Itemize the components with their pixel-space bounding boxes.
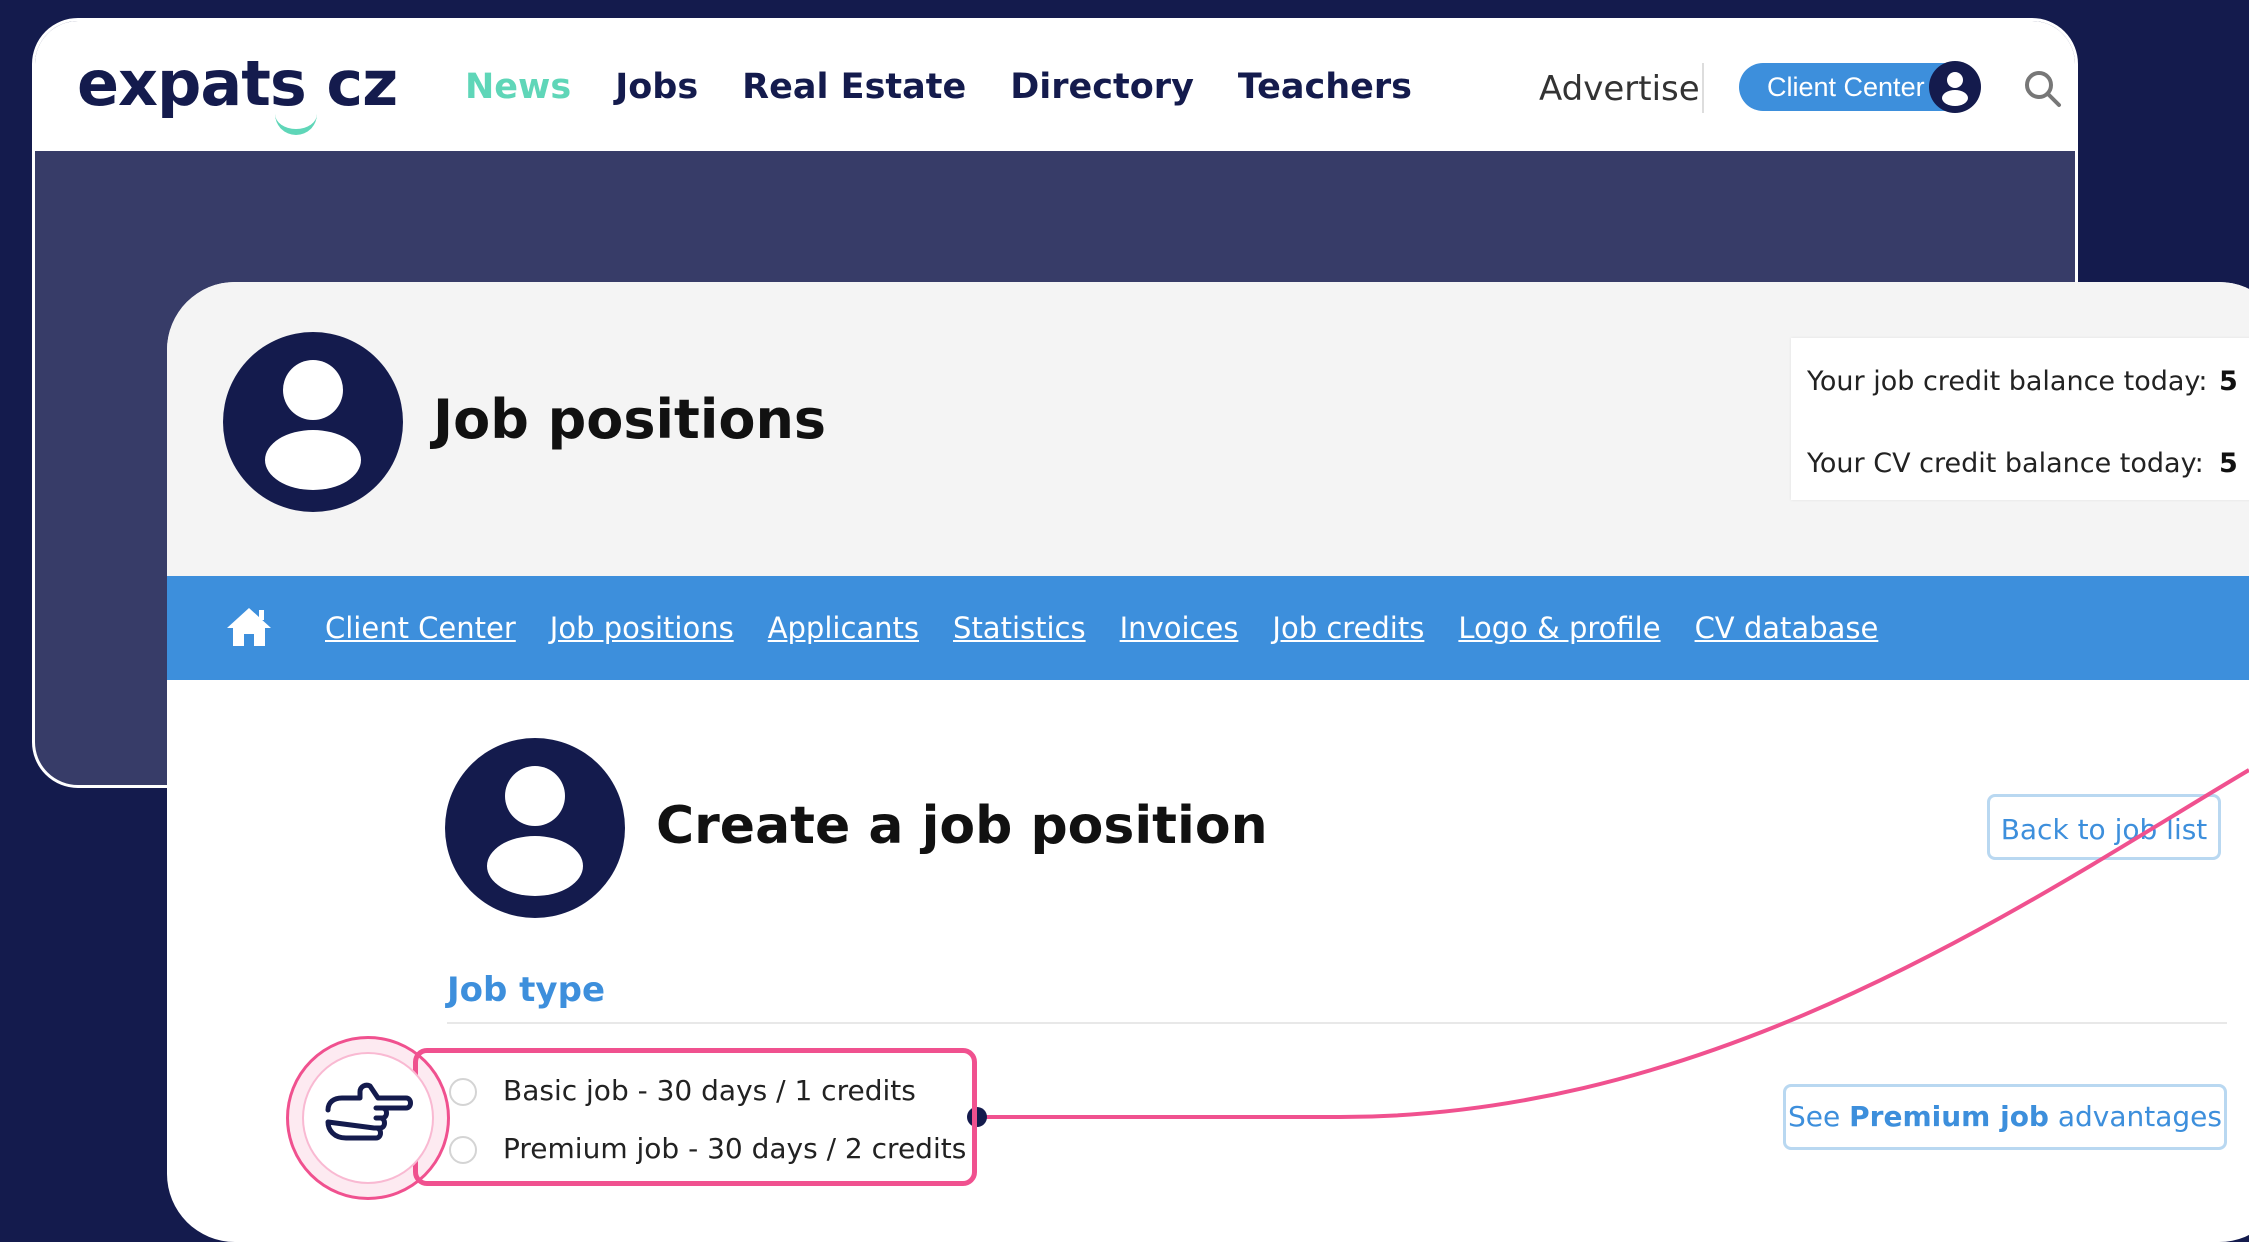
subnav-cv-database[interactable]: CV database <box>1695 611 1879 645</box>
client-center-label: Client Center <box>1767 72 1925 102</box>
premium-btn-bold: Premium job <box>1849 1100 2049 1133</box>
nav-teachers[interactable]: Teachers <box>1238 67 1412 107</box>
cv-credit-label: Your CV credit balance today: <box>1807 448 2204 479</box>
job-type-highlight <box>413 1048 977 1186</box>
pointing-hand-icon <box>325 1082 413 1141</box>
site-logo[interactable]: expats cz <box>77 47 398 120</box>
job-credit-label: Your job credit balance today: <box>1807 366 2208 397</box>
subnav-client-center[interactable]: Client Center <box>325 611 516 645</box>
premium-btn-prefix: See <box>1788 1100 1850 1133</box>
job-type-heading: Job type <box>447 970 605 1010</box>
subnav-statistics[interactable]: Statistics <box>953 611 1086 645</box>
credit-balance-panel: Your job credit balance today: 5 Your CV… <box>1791 338 2249 500</box>
main-nav: News Jobs Real Estate Directory Teachers <box>465 67 1412 107</box>
logo-suffix: cz <box>326 47 398 120</box>
subnav-job-positions[interactable]: Job positions <box>550 611 734 645</box>
client-subnav: Client Center Job positions Applicants S… <box>167 576 2249 680</box>
subnav-links: Client Center Job positions Applicants S… <box>325 611 1878 645</box>
premium-btn-suffix: advantages <box>2048 1100 2222 1133</box>
premium-advantages-button[interactable]: See Premium job advantages <box>1783 1084 2227 1150</box>
logo-text: expats <box>77 47 307 120</box>
profile-avatar-icon <box>223 332 403 512</box>
search-icon[interactable] <box>2021 67 2065 111</box>
back-to-job-list-button[interactable]: Back to job list <box>1987 794 2221 860</box>
user-avatar-icon[interactable] <box>1929 61 1981 113</box>
job-type-divider <box>447 1022 2227 1024</box>
create-avatar-icon <box>445 738 625 918</box>
cv-credit-value: 5 <box>2219 448 2238 479</box>
subnav-invoices[interactable]: Invoices <box>1120 611 1239 645</box>
subnav-job-credits[interactable]: Job credits <box>1272 611 1424 645</box>
nav-directory[interactable]: Directory <box>1010 67 1194 107</box>
page-title: Job positions <box>433 388 827 451</box>
create-job-title: Create a job position <box>656 796 1268 856</box>
advertise-link[interactable]: Advertise <box>1539 69 1700 109</box>
panel-header: Job positions Your job credit balance to… <box>167 282 2249 576</box>
home-icon[interactable] <box>225 604 273 648</box>
nav-news[interactable]: News <box>465 67 571 107</box>
nav-real-estate[interactable]: Real Estate <box>742 67 966 107</box>
logo-smile-mark <box>275 107 317 135</box>
job-credit-value: 5 <box>2219 366 2238 397</box>
subnav-applicants[interactable]: Applicants <box>768 611 919 645</box>
subnav-logo-profile[interactable]: Logo & profile <box>1458 611 1660 645</box>
header-divider <box>1702 63 1704 113</box>
nav-jobs[interactable]: Jobs <box>615 67 698 107</box>
site-header: expats cz News Jobs Real Estate Director… <box>35 21 2075 151</box>
